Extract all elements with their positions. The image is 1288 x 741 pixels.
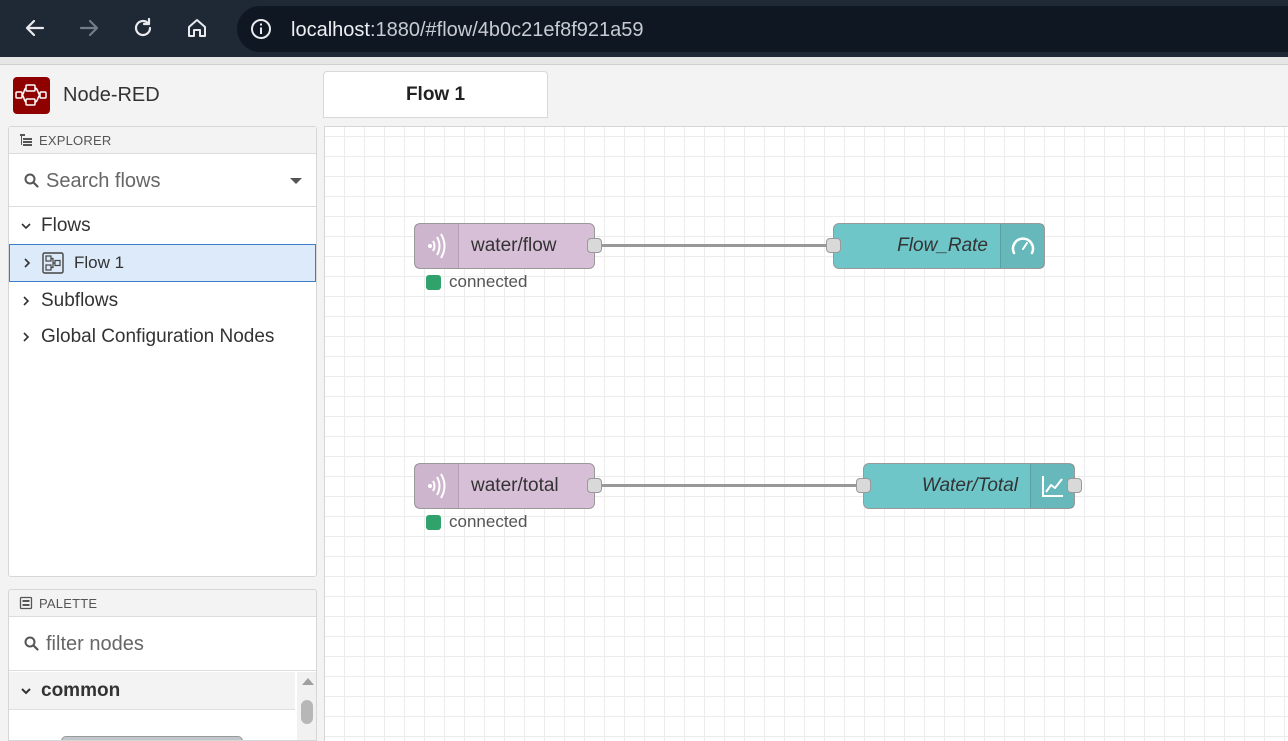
output-port[interactable] bbox=[587, 238, 602, 253]
tree-item-label: Global Configuration Nodes bbox=[41, 326, 275, 347]
tab-flow-1[interactable]: Flow 1 bbox=[323, 71, 548, 118]
home-button[interactable] bbox=[179, 10, 215, 46]
palette-category-common[interactable]: common bbox=[9, 672, 295, 710]
input-port[interactable] bbox=[856, 478, 871, 493]
scroll-up-icon[interactable] bbox=[302, 678, 314, 685]
url-path: :1880/#flow/4b0c21ef8f921a59 bbox=[369, 19, 644, 41]
chart-node-water-total[interactable]: Water/Total bbox=[863, 463, 1075, 509]
tree-item-label: Flow 1 bbox=[74, 253, 125, 272]
address-bar[interactable]: localhost:1880/#flow/4b0c21ef8f921a59 bbox=[237, 6, 1288, 52]
status-text: connected bbox=[449, 512, 528, 531]
arrow-left-icon bbox=[25, 19, 45, 37]
mqtt-in-node-water-total[interactable]: water/total bbox=[414, 463, 595, 509]
wire-total-to-chart[interactable] bbox=[601, 484, 861, 487]
chevron-right-icon[interactable] bbox=[12, 245, 42, 281]
node-label: Water/Total bbox=[921, 475, 1018, 496]
flow-workspace[interactable]: water/flow connected Flow_Rate water/tot… bbox=[324, 126, 1288, 741]
filter-nodes-input[interactable] bbox=[46, 630, 266, 658]
mqtt-in-node-water-flow[interactable]: water/flow bbox=[414, 223, 595, 269]
back-button[interactable] bbox=[17, 10, 53, 46]
gauge-node-flow-rate[interactable]: Flow_Rate bbox=[833, 223, 1045, 269]
input-port[interactable] bbox=[826, 238, 841, 253]
palette-panel: PALETTE common bbox=[8, 589, 317, 741]
wire-flow-to-gauge[interactable] bbox=[601, 244, 831, 247]
url-host: localhost bbox=[291, 19, 370, 41]
reload-icon bbox=[134, 17, 152, 37]
url-text[interactable]: localhost:1880/#flow/4b0c21ef8f921a59 bbox=[291, 19, 644, 42]
browser-toolbar: localhost:1880/#flow/4b0c21ef8f921a59 bbox=[0, 0, 1288, 57]
node-status: connected bbox=[426, 512, 527, 532]
category-label: common bbox=[41, 679, 121, 701]
output-port[interactable] bbox=[1067, 478, 1082, 493]
tree-item-label: Subflows bbox=[41, 290, 119, 311]
search-icon bbox=[24, 173, 39, 188]
arrow-right-icon bbox=[79, 19, 99, 37]
explorer-search bbox=[9, 155, 316, 207]
browser-divider bbox=[0, 57, 1288, 65]
palette-icon bbox=[19, 596, 33, 610]
flow-icon bbox=[42, 252, 64, 274]
home-icon bbox=[188, 19, 206, 37]
scroll-thumb[interactable] bbox=[301, 700, 313, 724]
node-label: water/total bbox=[471, 475, 559, 496]
palette-header-label: PALETTE bbox=[39, 596, 98, 611]
node-label: Flow_Rate bbox=[897, 235, 988, 256]
status-dot bbox=[426, 514, 441, 530]
tree-item-flows[interactable]: Flows bbox=[9, 208, 316, 244]
search-options-caret-icon[interactable] bbox=[290, 178, 302, 184]
forward-button[interactable] bbox=[71, 10, 107, 46]
node-label: water/flow bbox=[471, 235, 557, 256]
tree-list-icon bbox=[20, 134, 32, 146]
explorer-header[interactable]: EXPLORER bbox=[9, 127, 316, 154]
palette-node[interactable] bbox=[61, 736, 243, 740]
palette-header[interactable]: PALETTE bbox=[9, 590, 316, 617]
wifi-signal-icon bbox=[415, 464, 459, 508]
explorer-header-label: EXPLORER bbox=[39, 133, 112, 148]
node-status: connected bbox=[426, 272, 527, 292]
status-text: connected bbox=[449, 272, 528, 291]
status-dot bbox=[426, 274, 441, 290]
chevron-down-icon[interactable] bbox=[11, 208, 41, 244]
node-red-logo bbox=[13, 77, 50, 114]
info-icon[interactable] bbox=[249, 17, 273, 41]
tree-item-subflows[interactable]: Subflows bbox=[9, 283, 316, 319]
palette-filter bbox=[9, 618, 316, 671]
chevron-down-icon bbox=[11, 685, 41, 697]
gauge-icon bbox=[1000, 224, 1044, 268]
tree-item-label: Flows bbox=[41, 215, 91, 236]
tree-item-global-config[interactable]: Global Configuration Nodes bbox=[9, 319, 316, 355]
reload-button[interactable] bbox=[125, 10, 161, 46]
output-port[interactable] bbox=[587, 478, 602, 493]
search-flows-input[interactable] bbox=[46, 167, 266, 195]
search-icon bbox=[24, 636, 39, 651]
explorer-panel: EXPLORER Flows Flow 1 Subflows Global Co… bbox=[8, 126, 317, 577]
chevron-right-icon[interactable] bbox=[11, 283, 41, 319]
app-title: Node-RED bbox=[63, 84, 160, 106]
chevron-right-icon[interactable] bbox=[11, 319, 41, 355]
palette-scrollbar[interactable] bbox=[297, 672, 316, 740]
tree-item-flow-1[interactable]: Flow 1 bbox=[9, 244, 316, 282]
wifi-signal-icon bbox=[415, 224, 459, 268]
